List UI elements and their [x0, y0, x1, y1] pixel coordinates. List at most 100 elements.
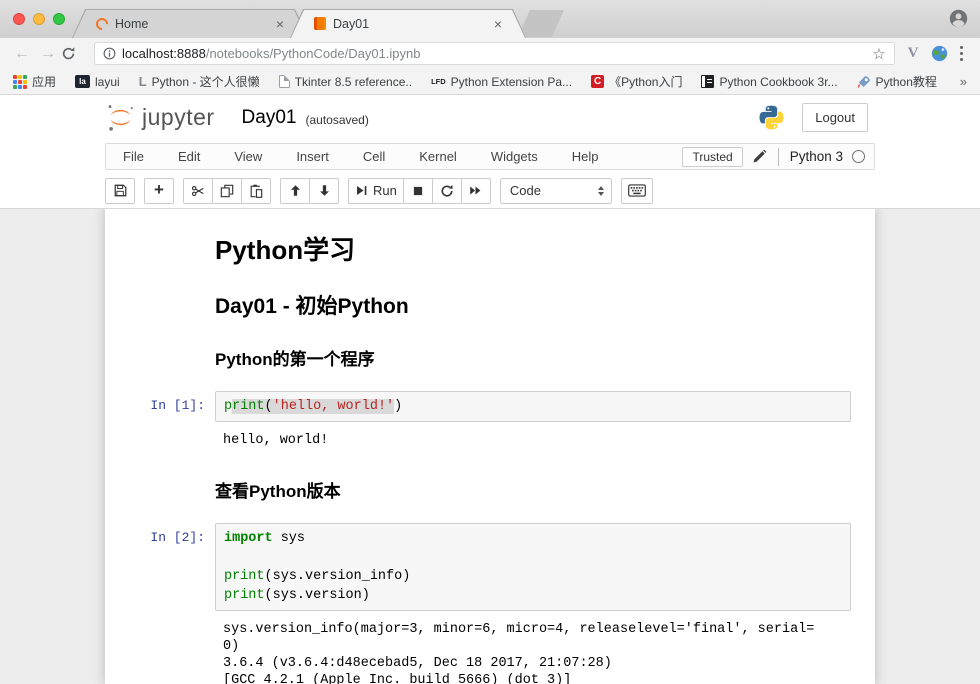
- tabs: Home × Day01 ×: [72, 9, 564, 38]
- url-host: localhost:8888: [122, 46, 206, 61]
- close-tab-icon[interactable]: ×: [276, 17, 284, 31]
- add-cell-button[interactable]: +: [144, 178, 174, 204]
- kernel-name: Python 3: [790, 149, 843, 164]
- bookmark-tkinter[interactable]: Tkinter 8.5 reference..: [279, 75, 412, 89]
- python-logo-icon: [758, 104, 785, 131]
- interrupt-kernel-button[interactable]: [403, 178, 433, 204]
- notebook-toolbar: +: [0, 173, 980, 209]
- code-cell-1[interactable]: In [1]: print('hello, world!'): [105, 391, 875, 422]
- layui-favicon: la: [75, 75, 90, 88]
- menu-edit[interactable]: Edit: [161, 149, 217, 164]
- menu-row: File Edit View Insert Cell Kernel Widget…: [0, 140, 980, 173]
- select-stepper-icon: [598, 186, 604, 196]
- restart-kernel-button[interactable]: [432, 178, 462, 204]
- tab-home[interactable]: Home ×: [72, 9, 308, 38]
- trusted-button[interactable]: Trusted: [682, 147, 742, 167]
- notebook-title[interactable]: Day01: [242, 107, 297, 129]
- restart-run-all-button[interactable]: [461, 178, 491, 204]
- window-controls: [13, 13, 65, 25]
- code-input-area[interactable]: print('hello, world!'): [215, 391, 851, 422]
- bookmark-apps[interactable]: 应用: [13, 73, 56, 90]
- letter-l-favicon: L: [139, 74, 147, 89]
- bookmark-label: Python教程: [876, 73, 937, 90]
- input-prompt: In [2]:: [120, 523, 215, 611]
- markdown-heading-4[interactable]: 查看Python版本: [215, 477, 851, 502]
- profile-avatar-icon[interactable]: [949, 9, 968, 28]
- bookmarks-overflow-chevron[interactable]: »: [960, 74, 967, 89]
- browser-window: Home × Day01 × ←: [0, 0, 980, 684]
- input-prompt: In [1]:: [120, 391, 215, 422]
- bookmark-python-extensions[interactable]: LFD Python Extension Pa...: [431, 75, 572, 89]
- kernel-idle-indicator: [852, 150, 865, 163]
- jupyter-logo[interactable]: jupyter: [104, 101, 215, 134]
- save-button[interactable]: [105, 178, 135, 204]
- bookmark-label: Tkinter 8.5 reference..: [295, 75, 412, 89]
- book-favicon: [701, 75, 714, 88]
- back-icon[interactable]: ←: [9, 45, 35, 63]
- bookmark-python-intro[interactable]: C 《Python入门: [591, 73, 682, 90]
- cell-2-output: sys.version_info(major=3, minor=6, micro…: [215, 617, 851, 684]
- stop-icon: [412, 185, 424, 197]
- menu-view[interactable]: View: [217, 149, 279, 164]
- logout-button[interactable]: Logout: [802, 103, 868, 132]
- url-path: /notebooks/PythonCode/Day01.ipynb: [206, 46, 421, 61]
- reload-icon[interactable]: [61, 46, 87, 61]
- move-cell-down-button[interactable]: [309, 178, 339, 204]
- menu-kernel[interactable]: Kernel: [402, 149, 474, 164]
- markdown-heading-2[interactable]: Day01 - 初始Python: [215, 290, 851, 320]
- markdown-heading-3[interactable]: Python的第一个程序: [215, 345, 851, 370]
- url-input[interactable]: localhost:8888 /notebooks/PythonCode/Day…: [94, 42, 895, 65]
- tab-title: Day01: [333, 17, 487, 31]
- jupyter-wordmark: jupyter: [142, 104, 215, 131]
- rocket-favicon: [857, 75, 871, 89]
- menu-help[interactable]: Help: [555, 149, 616, 164]
- page-info-icon[interactable]: [103, 47, 116, 60]
- paste-cell-button[interactable]: [241, 178, 271, 204]
- markdown-heading-1[interactable]: Python学习: [215, 230, 851, 267]
- notebook-document: Python学习 Day01 - 初始Python Python的第一个程序 I…: [105, 209, 875, 684]
- extension-globe-icon[interactable]: [931, 45, 948, 62]
- menu-widgets[interactable]: Widgets: [474, 149, 555, 164]
- move-cell-up-button[interactable]: [280, 178, 310, 204]
- bookmark-label: 应用: [32, 73, 56, 90]
- jupyter-spinner-favicon: [94, 15, 111, 32]
- bookmark-python-blog[interactable]: L Python - 这个人很懒: [139, 73, 260, 90]
- bookmark-label: layui: [95, 75, 120, 89]
- tab-title: Home: [115, 17, 269, 31]
- menu-insert[interactable]: Insert: [279, 149, 346, 164]
- edit-mode-pencil-icon: [752, 149, 767, 164]
- copy-cell-button[interactable]: [212, 178, 242, 204]
- close-window-button[interactable]: [13, 13, 25, 25]
- notebook-favicon: [314, 17, 326, 30]
- bookmark-label: Python - 这个人很懒: [152, 73, 260, 90]
- menu-file[interactable]: File: [106, 149, 161, 164]
- forward-icon[interactable]: →: [35, 45, 61, 63]
- apps-grid-icon: [13, 75, 27, 89]
- bookmark-python-tutorial[interactable]: Python教程: [857, 73, 937, 90]
- letter-c-favicon: C: [591, 75, 604, 88]
- notebook-scroll-area[interactable]: Python学习 Day01 - 初始Python Python的第一个程序 I…: [0, 209, 980, 684]
- minimize-window-button[interactable]: [33, 13, 45, 25]
- tab-day01[interactable]: Day01 ×: [290, 9, 526, 38]
- scissors-icon: [191, 184, 205, 198]
- copy-icon: [220, 184, 234, 198]
- bookmark-star-icon[interactable]: ☆: [872, 45, 885, 63]
- code-input-area[interactable]: import sys print(sys.version_info)print(…: [215, 523, 851, 611]
- menu-cell[interactable]: Cell: [346, 149, 402, 164]
- bookmark-layui[interactable]: la layui: [75, 75, 120, 89]
- run-cell-button[interactable]: Run: [348, 178, 404, 204]
- extension-v-icon[interactable]: V: [908, 45, 919, 62]
- zoom-window-button[interactable]: [53, 13, 65, 25]
- browser-menu-icon[interactable]: [960, 46, 964, 62]
- close-tab-icon[interactable]: ×: [494, 17, 502, 31]
- cell-type-select[interactable]: Code: [500, 178, 612, 204]
- bookmark-python-cookbook[interactable]: Python Cookbook 3r...: [701, 75, 837, 89]
- menubar: File Edit View Insert Cell Kernel Widget…: [105, 143, 875, 170]
- fast-forward-icon: [468, 184, 483, 197]
- command-palette-button[interactable]: [621, 178, 653, 204]
- jupyter-page: jupyter Day01 (autosaved) Logout File Ed…: [0, 95, 980, 684]
- code-cell-2[interactable]: In [2]: import sys print(sys.version_inf…: [105, 523, 875, 611]
- run-label: Run: [373, 183, 397, 198]
- arrow-down-icon: [318, 184, 331, 197]
- cut-cell-button[interactable]: [183, 178, 213, 204]
